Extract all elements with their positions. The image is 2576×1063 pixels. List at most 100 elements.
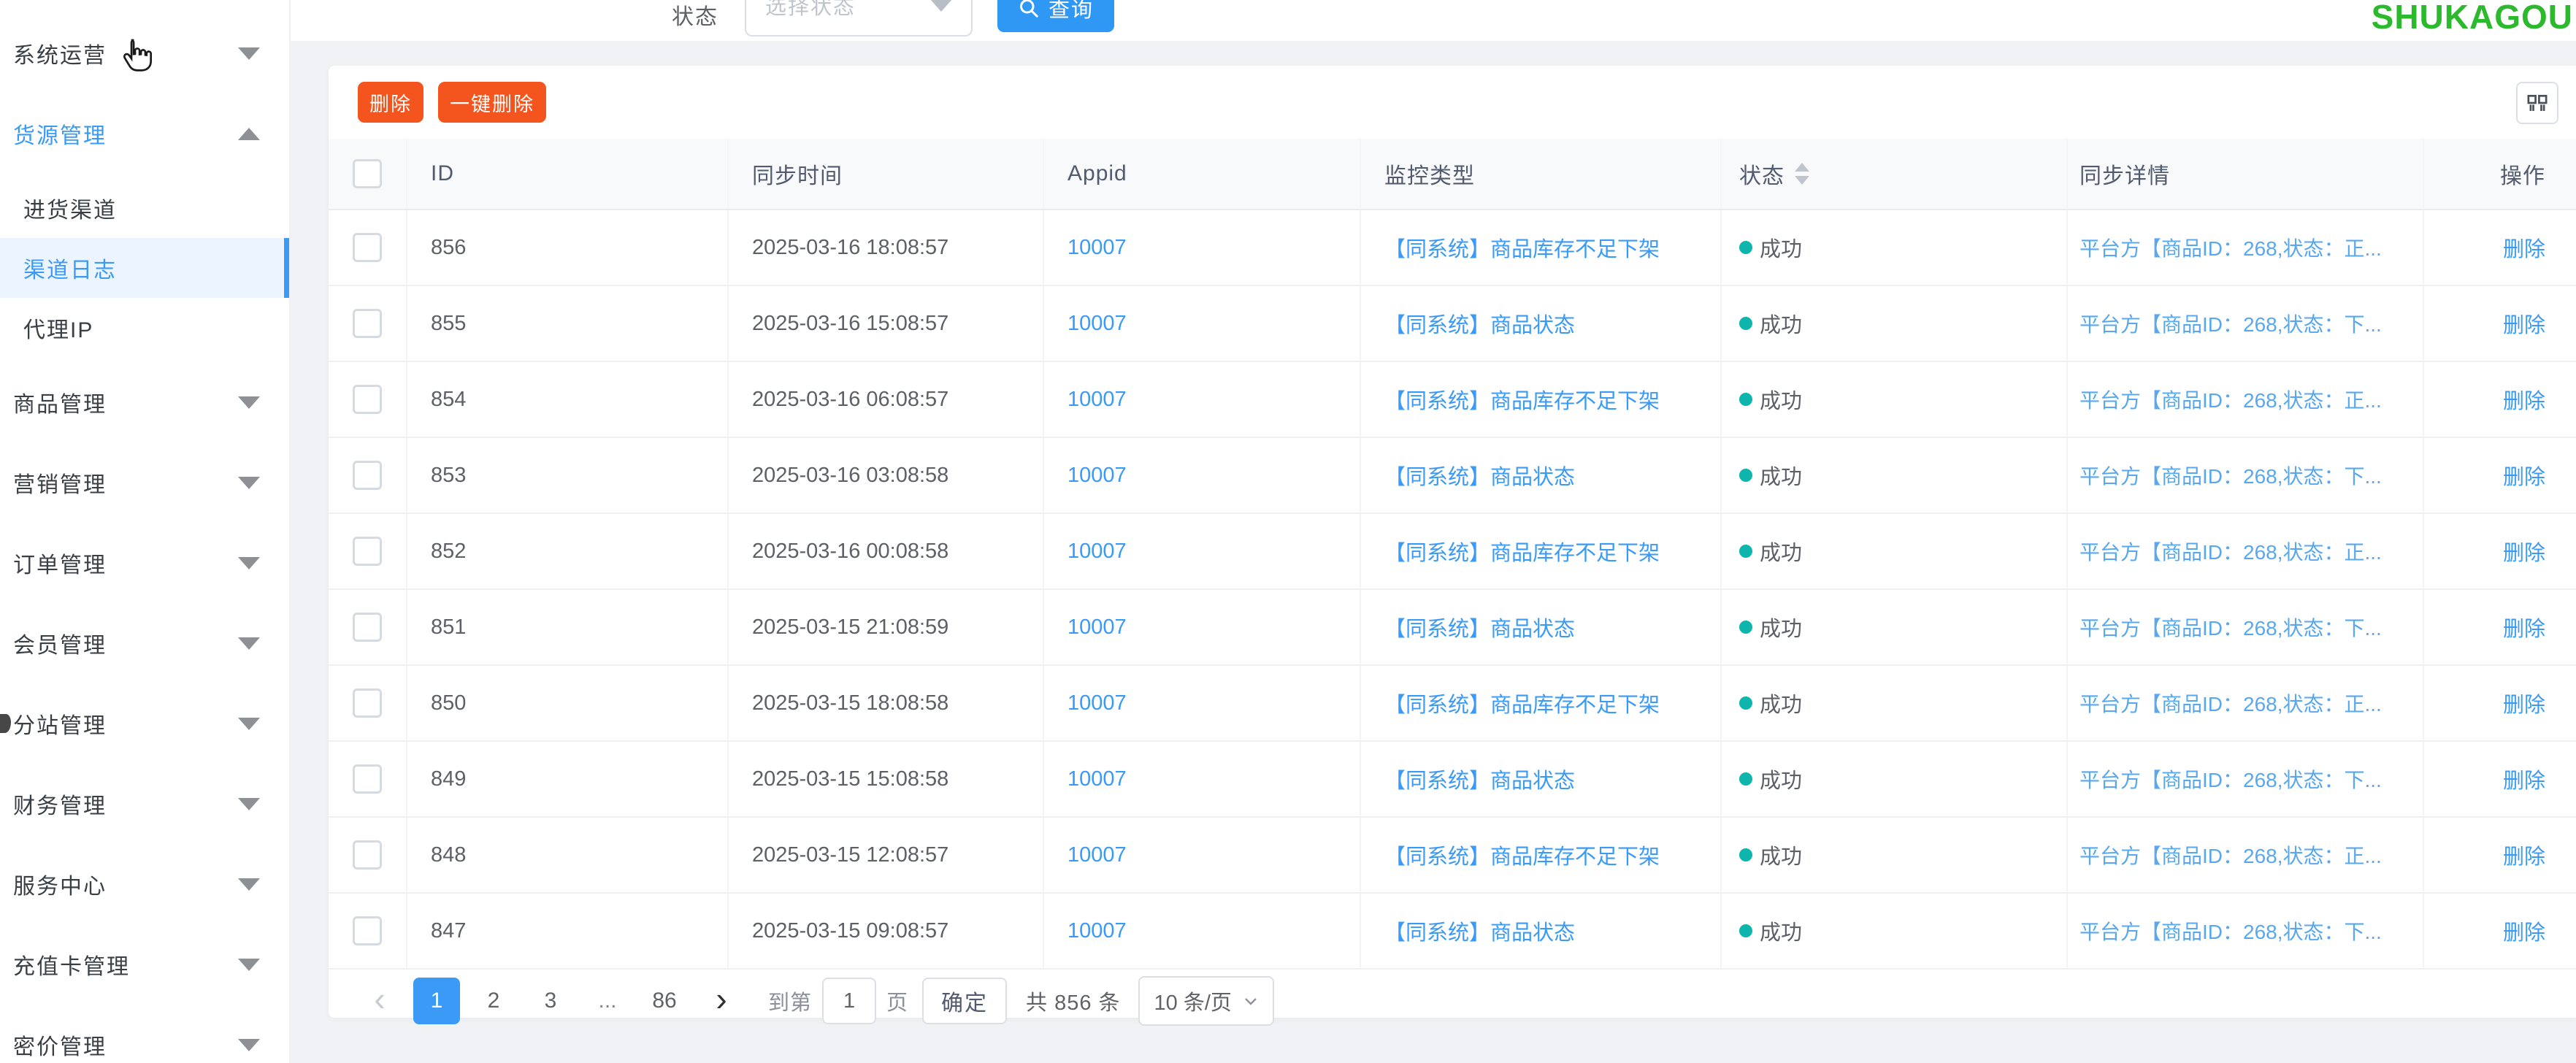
select-all-checkbox[interactable] (353, 159, 382, 188)
cell-id: 847 (407, 894, 729, 968)
row-checkbox[interactable] (353, 233, 382, 262)
column-settings-icon (2525, 91, 2550, 115)
chevron-up-icon (238, 128, 260, 140)
page-number-button[interactable]: 2 (470, 978, 517, 1024)
confirm-page-button[interactable]: 确定 (922, 978, 1007, 1024)
cell-monitor-type-link[interactable]: 【同系统】商品状态 (1361, 438, 1722, 513)
next-page-button[interactable]: › (698, 975, 745, 1026)
page-number-button[interactable]: 1 (413, 978, 460, 1024)
goto-page-input[interactable] (822, 978, 876, 1024)
sidebar-item[interactable]: 订单管理 (0, 523, 289, 603)
cell-monitor-type-link[interactable]: 【同系统】商品状态 (1361, 894, 1722, 968)
row-checkbox[interactable] (353, 385, 382, 414)
row-checkbox[interactable] (353, 916, 382, 945)
cell-sync-detail-link[interactable]: 平台方【商品ID：268,状态：正... (2068, 818, 2424, 892)
header-appid: Appid (1044, 139, 1361, 209)
status-dot-icon (1739, 621, 1752, 634)
row-delete-link[interactable]: 删除 (2424, 894, 2575, 968)
sidebar-item[interactable]: 货源管理 (0, 93, 289, 174)
batch-delete-button[interactable]: 一键删除 (438, 82, 546, 123)
cell-appid-link[interactable]: 10007 (1044, 666, 1361, 740)
chevron-down-icon (238, 47, 260, 60)
sidebar-item[interactable]: 商品管理 (0, 362, 289, 442)
cell-monitor-type-link[interactable]: 【同系统】商品状态 (1361, 590, 1722, 664)
row-delete-link[interactable]: 删除 (2424, 286, 2575, 361)
prev-page-button[interactable]: ‹ (356, 975, 403, 1026)
page-ellipsis: ... (584, 978, 631, 1024)
cell-monitor-type-link[interactable]: 【同系统】商品库存不足下架 (1361, 514, 1722, 588)
sidebar-item[interactable]: 营销管理 (0, 442, 289, 523)
cell-sync-time: 2025-03-15 12:08:57 (729, 818, 1044, 892)
row-delete-link[interactable]: 删除 (2424, 362, 2575, 437)
row-checkbox[interactable] (353, 688, 382, 718)
chevron-down-icon (238, 396, 260, 409)
cell-appid-link[interactable]: 10007 (1044, 286, 1361, 361)
cell-sync-time: 2025-03-15 18:08:58 (729, 666, 1044, 740)
page-number-button[interactable]: 3 (527, 978, 574, 1024)
row-checkbox[interactable] (353, 461, 382, 490)
sidebar-subitem[interactable]: 代理IP (0, 298, 289, 358)
row-checkbox[interactable] (353, 613, 382, 642)
cell-monitor-type-link[interactable]: 【同系统】商品状态 (1361, 286, 1722, 361)
delete-button[interactable]: 删除 (358, 82, 423, 123)
cell-sync-detail-link[interactable]: 平台方【商品ID：268,状态：下... (2068, 438, 2424, 513)
table-row: 8562025-03-16 18:08:5710007【同系统】商品库存不足下架… (329, 210, 2576, 286)
cell-appid-link[interactable]: 10007 (1044, 590, 1361, 664)
page-number-button[interactable]: 86 (641, 978, 688, 1024)
cell-sync-detail-link[interactable]: 平台方【商品ID：268,状态：正... (2068, 362, 2424, 437)
row-checkbox[interactable] (353, 537, 382, 566)
cell-appid-link[interactable]: 10007 (1044, 894, 1361, 968)
row-checkbox[interactable] (353, 764, 382, 794)
status-dot-icon (1739, 317, 1752, 330)
sort-icon[interactable] (1795, 163, 1809, 185)
cell-appid-link[interactable]: 10007 (1044, 818, 1361, 892)
cell-sync-detail-link[interactable]: 平台方【商品ID：268,状态：正... (2068, 210, 2424, 285)
row-delete-link[interactable]: 删除 (2424, 666, 2575, 740)
sidebar-item[interactable]: 财务管理 (0, 764, 289, 844)
pagination: ‹ 123...86 › 到第 页 确定 共 856 条 10 条/页 (329, 970, 2576, 1032)
status-select[interactable]: 选择状态 (745, 0, 973, 37)
search-button[interactable]: 查询 (997, 0, 1114, 32)
cell-sync-detail-link[interactable]: 平台方【商品ID：268,状态：下... (2068, 286, 2424, 361)
sidebar-item[interactable]: 分站管理 (0, 683, 289, 764)
cell-monitor-type-link[interactable]: 【同系统】商品库存不足下架 (1361, 818, 1722, 892)
sidebar-item[interactable]: 密价管理 (0, 1005, 289, 1063)
header-actions: 操作 (2424, 139, 2575, 209)
row-delete-link[interactable]: 删除 (2424, 514, 2575, 588)
page-size-select[interactable]: 10 条/页 (1138, 976, 1274, 1026)
cell-monitor-type-link[interactable]: 【同系统】商品状态 (1361, 742, 1722, 816)
cell-sync-detail-link[interactable]: 平台方【商品ID：268,状态：下... (2068, 742, 2424, 816)
cell-id: 852 (407, 514, 729, 588)
sidebar-item[interactable]: 充值卡管理 (0, 924, 289, 1005)
cell-sync-detail-link[interactable]: 平台方【商品ID：268,状态：下... (2068, 894, 2424, 968)
cell-sync-detail-link[interactable]: 平台方【商品ID：268,状态：下... (2068, 590, 2424, 664)
column-settings-button[interactable] (2516, 82, 2558, 124)
header-status[interactable]: 状态 (1722, 139, 2068, 209)
row-checkbox[interactable] (353, 309, 382, 338)
row-delete-link[interactable]: 删除 (2424, 742, 2575, 816)
cell-appid-link[interactable]: 10007 (1044, 438, 1361, 513)
row-delete-link[interactable]: 删除 (2424, 590, 2575, 664)
row-delete-link[interactable]: 删除 (2424, 818, 2575, 892)
sidebar-subitem[interactable]: 进货渠道 (0, 178, 289, 238)
cell-sync-detail-link[interactable]: 平台方【商品ID：268,状态：正... (2068, 666, 2424, 740)
sidebar-item[interactable]: 会员管理 (0, 603, 289, 683)
chevron-down-icon (238, 637, 260, 650)
cell-appid-link[interactable]: 10007 (1044, 362, 1361, 437)
cell-monitor-type-link[interactable]: 【同系统】商品库存不足下架 (1361, 362, 1722, 437)
row-checkbox[interactable] (353, 840, 382, 870)
cell-monitor-type-link[interactable]: 【同系统】商品库存不足下架 (1361, 666, 1722, 740)
cell-appid-link[interactable]: 10007 (1044, 210, 1361, 285)
table-row: 8502025-03-15 18:08:5810007【同系统】商品库存不足下架… (329, 666, 2576, 742)
cell-sync-detail-link[interactable]: 平台方【商品ID：268,状态：正... (2068, 514, 2424, 588)
chevron-down-icon (238, 798, 260, 810)
sidebar-subitem[interactable]: 渠道日志 (0, 238, 289, 298)
row-delete-link[interactable]: 删除 (2424, 438, 2575, 513)
cell-monitor-type-link[interactable]: 【同系统】商品库存不足下架 (1361, 210, 1722, 285)
sidebar-item[interactable]: 服务中心 (0, 844, 289, 924)
cell-appid-link[interactable]: 10007 (1044, 742, 1361, 816)
cell-appid-link[interactable]: 10007 (1044, 514, 1361, 588)
table-body: 8562025-03-16 18:08:5710007【同系统】商品库存不足下架… (329, 210, 2576, 970)
row-delete-link[interactable]: 删除 (2424, 210, 2575, 285)
status-dot-icon (1739, 772, 1752, 786)
